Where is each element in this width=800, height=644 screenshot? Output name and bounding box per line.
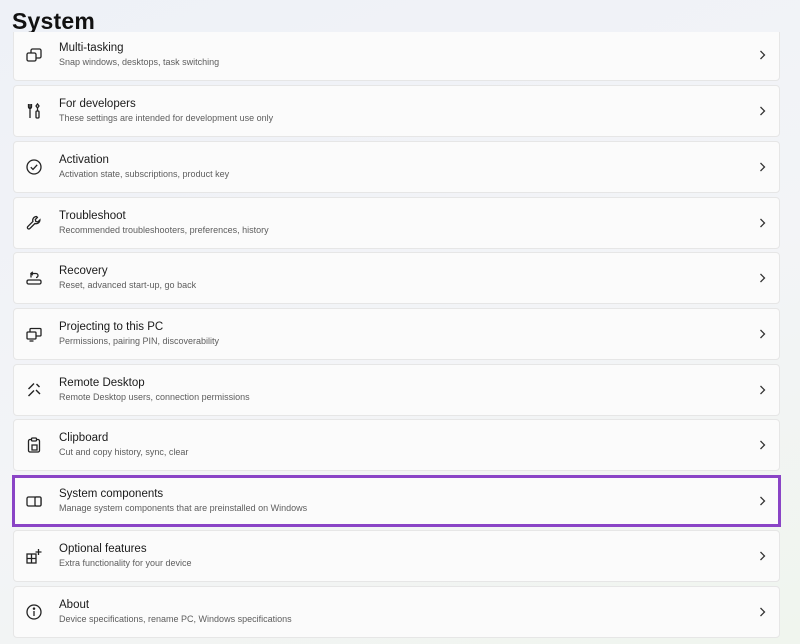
page-title: System xyxy=(12,8,96,34)
item-title: Activation xyxy=(59,154,109,166)
item-title: Remote Desktop xyxy=(59,377,145,389)
chevron-right-icon xyxy=(757,439,767,451)
item-description: Permissions, pairing PIN, discoverabilit… xyxy=(59,336,220,346)
settings-item-for-developers[interactable]: For developers These settings are intend… xyxy=(13,85,780,137)
item-title: Troubleshoot xyxy=(59,210,126,222)
item-description: Extra functionality for your device xyxy=(59,558,192,568)
settings-item-activation[interactable]: Activation Activation state, subscriptio… xyxy=(13,141,780,193)
item-description: Cut and copy history, sync, clear xyxy=(59,447,189,457)
chevron-right-icon xyxy=(757,217,767,229)
optional-features-icon xyxy=(25,547,43,565)
item-description: Recommended troubleshooters, preferences… xyxy=(59,225,269,235)
settings-list: Multi-tasking Snap windows, desktops, ta… xyxy=(13,32,780,644)
settings-item-system-components[interactable]: System components Manage system componen… xyxy=(13,475,780,527)
item-description: Device specifications, rename PC, Window… xyxy=(59,614,292,624)
multitasking-icon xyxy=(25,46,43,64)
item-title: Optional features xyxy=(59,543,147,555)
projecting-icon xyxy=(25,325,43,343)
chevron-right-icon xyxy=(757,550,767,562)
settings-item-recovery[interactable]: Recovery Reset, advanced start-up, go ba… xyxy=(13,252,780,304)
item-title: Projecting to this PC xyxy=(59,321,164,333)
settings-item-clipboard[interactable]: Clipboard Cut and copy history, sync, cl… xyxy=(13,419,780,471)
settings-item-about[interactable]: About Device specifications, rename PC, … xyxy=(13,586,780,638)
item-description: These settings are intended for developm… xyxy=(59,113,274,123)
developer-tools-icon xyxy=(25,102,43,120)
checkmark-circle-icon xyxy=(25,158,43,176)
wrench-icon xyxy=(25,214,43,232)
chevron-right-icon xyxy=(757,495,767,507)
chevron-right-icon xyxy=(757,606,767,618)
clipboard-icon xyxy=(25,436,43,454)
settings-item-multitasking[interactable]: Multi-tasking Snap windows, desktops, ta… xyxy=(13,32,780,81)
remote-desktop-icon xyxy=(25,381,43,399)
item-description: Activation state, subscriptions, product… xyxy=(59,169,230,179)
settings-item-projecting[interactable]: Projecting to this PC Permissions, pairi… xyxy=(13,308,780,360)
settings-item-remote-desktop[interactable]: Remote Desktop Remote Desktop users, con… xyxy=(13,364,780,416)
item-title: Multi-tasking xyxy=(59,42,124,54)
info-icon xyxy=(25,603,43,621)
item-title: For developers xyxy=(59,98,136,110)
settings-item-troubleshoot[interactable]: Troubleshoot Recommended troubleshooters… xyxy=(13,197,780,249)
chevron-right-icon xyxy=(757,161,767,173)
item-description: Remote Desktop users, connection permiss… xyxy=(59,392,250,402)
item-title: About xyxy=(59,599,90,611)
item-title: Recovery xyxy=(59,265,108,277)
item-description: Manage system components that are preins… xyxy=(59,503,308,513)
item-title: System components xyxy=(59,488,164,500)
settings-item-optional-features[interactable]: Optional features Extra functionality fo… xyxy=(13,530,780,582)
chevron-right-icon xyxy=(757,272,767,284)
item-title: Clipboard xyxy=(59,432,109,444)
chevron-right-icon xyxy=(757,328,767,340)
chevron-right-icon xyxy=(757,384,767,396)
recovery-icon xyxy=(25,269,43,287)
item-description: Snap windows, desktops, task switching xyxy=(59,57,220,67)
system-components-icon xyxy=(25,492,43,510)
chevron-right-icon xyxy=(757,49,767,61)
item-description: Reset, advanced start-up, go back xyxy=(59,280,197,290)
chevron-right-icon xyxy=(757,105,767,117)
